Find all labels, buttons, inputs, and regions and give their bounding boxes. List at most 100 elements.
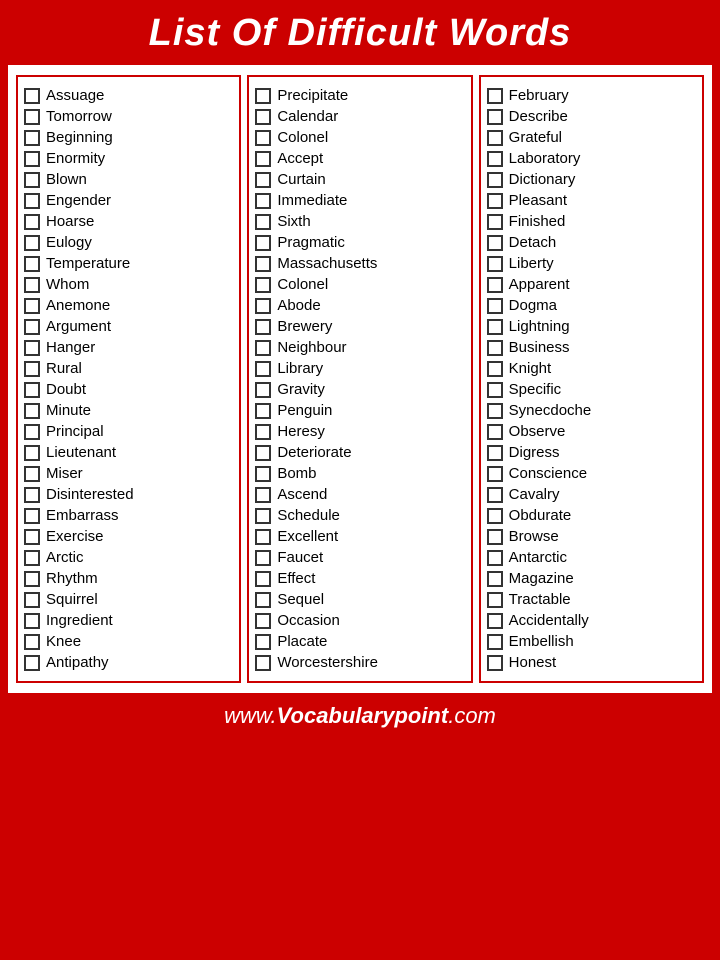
checkbox-icon[interactable] xyxy=(255,487,271,503)
checkbox-icon[interactable] xyxy=(487,319,503,335)
checkbox-icon[interactable] xyxy=(24,571,40,587)
checkbox-icon[interactable] xyxy=(24,319,40,335)
checkbox-icon[interactable] xyxy=(24,214,40,230)
checkbox-icon[interactable] xyxy=(487,214,503,230)
checkbox-icon[interactable] xyxy=(487,256,503,272)
checkbox-icon[interactable] xyxy=(487,508,503,524)
word-label: Hanger xyxy=(46,339,95,356)
checkbox-icon[interactable] xyxy=(487,172,503,188)
word-label: Magazine xyxy=(509,570,574,587)
checkbox-icon[interactable] xyxy=(255,613,271,629)
checkbox-icon[interactable] xyxy=(255,655,271,671)
list-item: Conscience xyxy=(487,463,696,484)
checkbox-icon[interactable] xyxy=(255,592,271,608)
checkbox-icon[interactable] xyxy=(487,403,503,419)
checkbox-icon[interactable] xyxy=(24,382,40,398)
checkbox-icon[interactable] xyxy=(255,508,271,524)
checkbox-icon[interactable] xyxy=(255,529,271,545)
word-label: Finished xyxy=(509,213,566,230)
checkbox-icon[interactable] xyxy=(487,592,503,608)
checkbox-icon[interactable] xyxy=(487,340,503,356)
checkbox-icon[interactable] xyxy=(487,655,503,671)
checkbox-icon[interactable] xyxy=(255,634,271,650)
checkbox-icon[interactable] xyxy=(24,256,40,272)
checkbox-icon[interactable] xyxy=(487,424,503,440)
word-label: Effect xyxy=(277,570,315,587)
checkbox-icon[interactable] xyxy=(255,403,271,419)
checkbox-icon[interactable] xyxy=(487,487,503,503)
checkbox-icon[interactable] xyxy=(24,529,40,545)
checkbox-icon[interactable] xyxy=(24,613,40,629)
checkbox-icon[interactable] xyxy=(255,151,271,167)
checkbox-icon[interactable] xyxy=(24,151,40,167)
checkbox-icon[interactable] xyxy=(487,466,503,482)
checkbox-icon[interactable] xyxy=(487,550,503,566)
checkbox-icon[interactable] xyxy=(487,361,503,377)
checkbox-icon[interactable] xyxy=(487,193,503,209)
checkbox-icon[interactable] xyxy=(24,634,40,650)
checkbox-icon[interactable] xyxy=(24,487,40,503)
checkbox-icon[interactable] xyxy=(487,634,503,650)
checkbox-icon[interactable] xyxy=(487,529,503,545)
list-item: Argument xyxy=(24,316,233,337)
checkbox-icon[interactable] xyxy=(24,235,40,251)
checkbox-icon[interactable] xyxy=(255,214,271,230)
checkbox-icon[interactable] xyxy=(487,298,503,314)
checkbox-icon[interactable] xyxy=(487,445,503,461)
checkbox-icon[interactable] xyxy=(487,151,503,167)
checkbox-icon[interactable] xyxy=(24,340,40,356)
checkbox-icon[interactable] xyxy=(255,256,271,272)
word-label: Calendar xyxy=(277,108,338,125)
checkbox-icon[interactable] xyxy=(255,277,271,293)
checkbox-icon[interactable] xyxy=(487,382,503,398)
checkbox-icon[interactable] xyxy=(487,571,503,587)
checkbox-icon[interactable] xyxy=(255,445,271,461)
checkbox-icon[interactable] xyxy=(255,424,271,440)
list-item: Colonel xyxy=(255,274,464,295)
word-label: February xyxy=(509,87,569,104)
word-label: Pragmatic xyxy=(277,234,345,251)
checkbox-icon[interactable] xyxy=(24,424,40,440)
checkbox-icon[interactable] xyxy=(487,277,503,293)
word-label: Abode xyxy=(277,297,320,314)
checkbox-icon[interactable] xyxy=(24,466,40,482)
checkbox-icon[interactable] xyxy=(255,172,271,188)
checkbox-icon[interactable] xyxy=(24,277,40,293)
checkbox-icon[interactable] xyxy=(24,109,40,125)
checkbox-icon[interactable] xyxy=(487,613,503,629)
checkbox-icon[interactable] xyxy=(24,88,40,104)
checkbox-icon[interactable] xyxy=(255,235,271,251)
checkbox-icon[interactable] xyxy=(255,382,271,398)
checkbox-icon[interactable] xyxy=(24,361,40,377)
checkbox-icon[interactable] xyxy=(255,109,271,125)
checkbox-icon[interactable] xyxy=(24,403,40,419)
checkbox-icon[interactable] xyxy=(487,130,503,146)
checkbox-icon[interactable] xyxy=(255,466,271,482)
checkbox-icon[interactable] xyxy=(255,361,271,377)
checkbox-icon[interactable] xyxy=(24,655,40,671)
checkbox-icon[interactable] xyxy=(24,298,40,314)
checkbox-icon[interactable] xyxy=(255,550,271,566)
checkbox-icon[interactable] xyxy=(255,340,271,356)
checkbox-icon[interactable] xyxy=(487,88,503,104)
checkbox-icon[interactable] xyxy=(24,445,40,461)
list-item: Assuage xyxy=(24,85,233,106)
checkbox-icon[interactable] xyxy=(24,130,40,146)
list-item: Deteriorate xyxy=(255,442,464,463)
checkbox-icon[interactable] xyxy=(255,130,271,146)
checkbox-icon[interactable] xyxy=(24,193,40,209)
checkbox-icon[interactable] xyxy=(255,193,271,209)
checkbox-icon[interactable] xyxy=(24,592,40,608)
checkbox-icon[interactable] xyxy=(487,109,503,125)
checkbox-icon[interactable] xyxy=(255,88,271,104)
checkbox-icon[interactable] xyxy=(24,508,40,524)
checkbox-icon[interactable] xyxy=(255,571,271,587)
checkbox-icon[interactable] xyxy=(487,235,503,251)
list-item: Grateful xyxy=(487,127,696,148)
checkbox-icon[interactable] xyxy=(255,298,271,314)
checkbox-icon[interactable] xyxy=(24,550,40,566)
word-label: Conscience xyxy=(509,465,587,482)
list-item: Honest xyxy=(487,652,696,673)
checkbox-icon[interactable] xyxy=(24,172,40,188)
checkbox-icon[interactable] xyxy=(255,319,271,335)
